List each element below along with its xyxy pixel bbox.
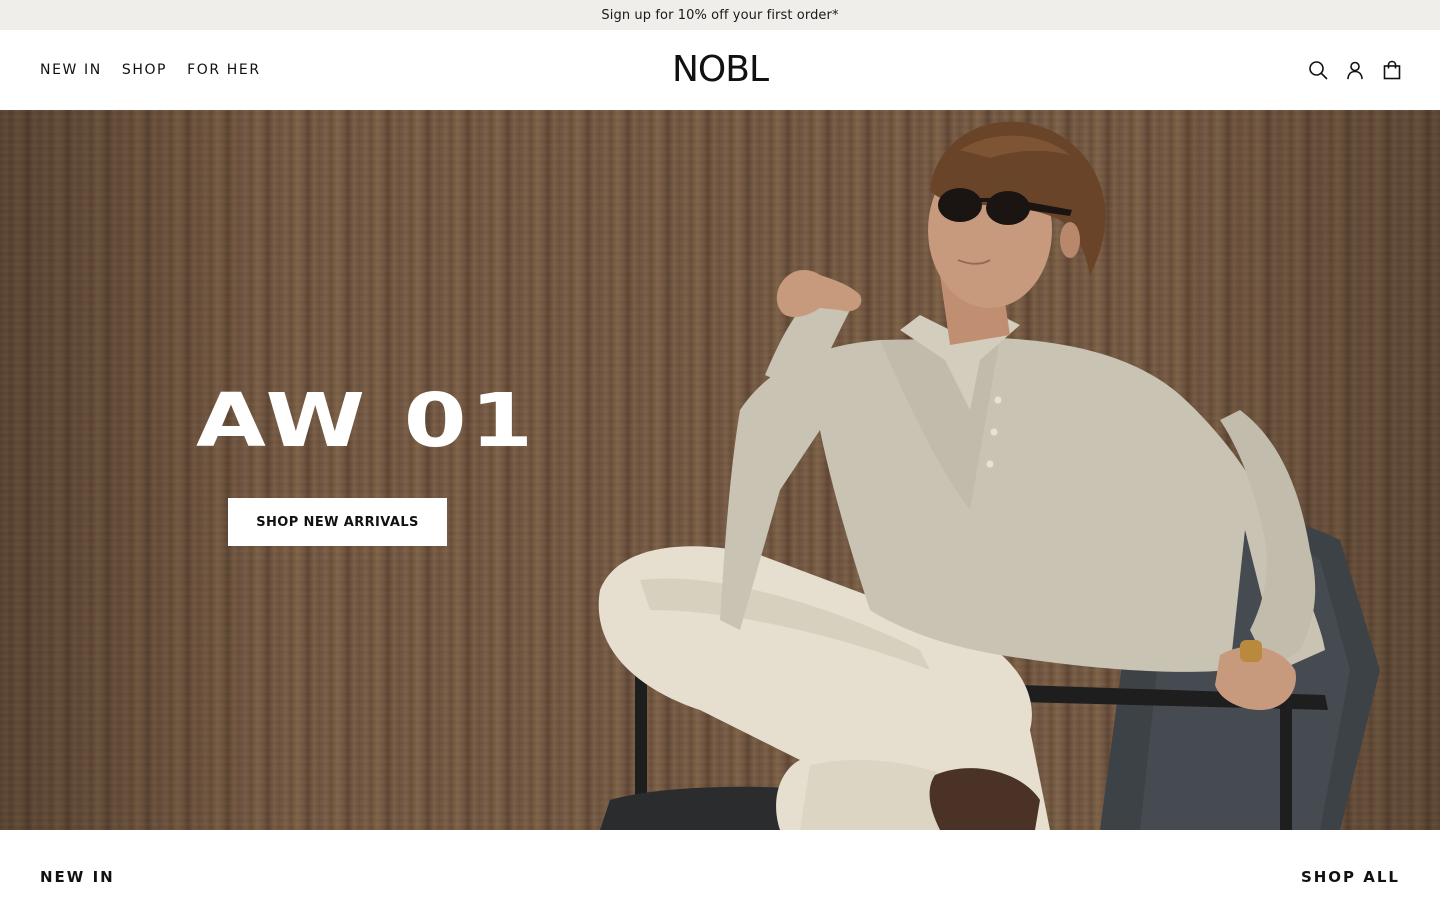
model-image [598,121,1380,830]
account-icon[interactable] [1345,60,1365,80]
shop-new-arrivals-button[interactable]: SHOP NEW ARRIVALS [228,498,447,546]
section-title: NEW IN [40,868,115,886]
nav-item-new-in[interactable]: NEW IN [40,62,102,78]
main-nav: NEW IN SHOP FOR HER [40,30,281,110]
announcement-bar[interactable]: Sign up for 10% off your first order* [0,0,1440,30]
brand-logo[interactable]: NOBL [657,52,783,88]
nav-item-shop[interactable]: SHOP [122,62,167,78]
search-icon[interactable] [1308,60,1328,80]
hero-title: AW 01 [196,378,537,464]
new-in-section-header: NEW IN SHOP ALL [0,830,1440,900]
shop-all-link[interactable]: SHOP ALL [1301,868,1400,886]
bag-icon[interactable] [1382,60,1402,80]
site-header: NEW IN SHOP FOR HER NOBL [0,30,1440,110]
nav-item-for-her[interactable]: FOR HER [187,62,261,78]
header-icons [1308,58,1402,82]
hero-banner[interactable]: AW 01 SHOP NEW ARRIVALS [0,110,1440,830]
announcement-text[interactable]: Sign up for 10% off your first order* [601,8,838,23]
